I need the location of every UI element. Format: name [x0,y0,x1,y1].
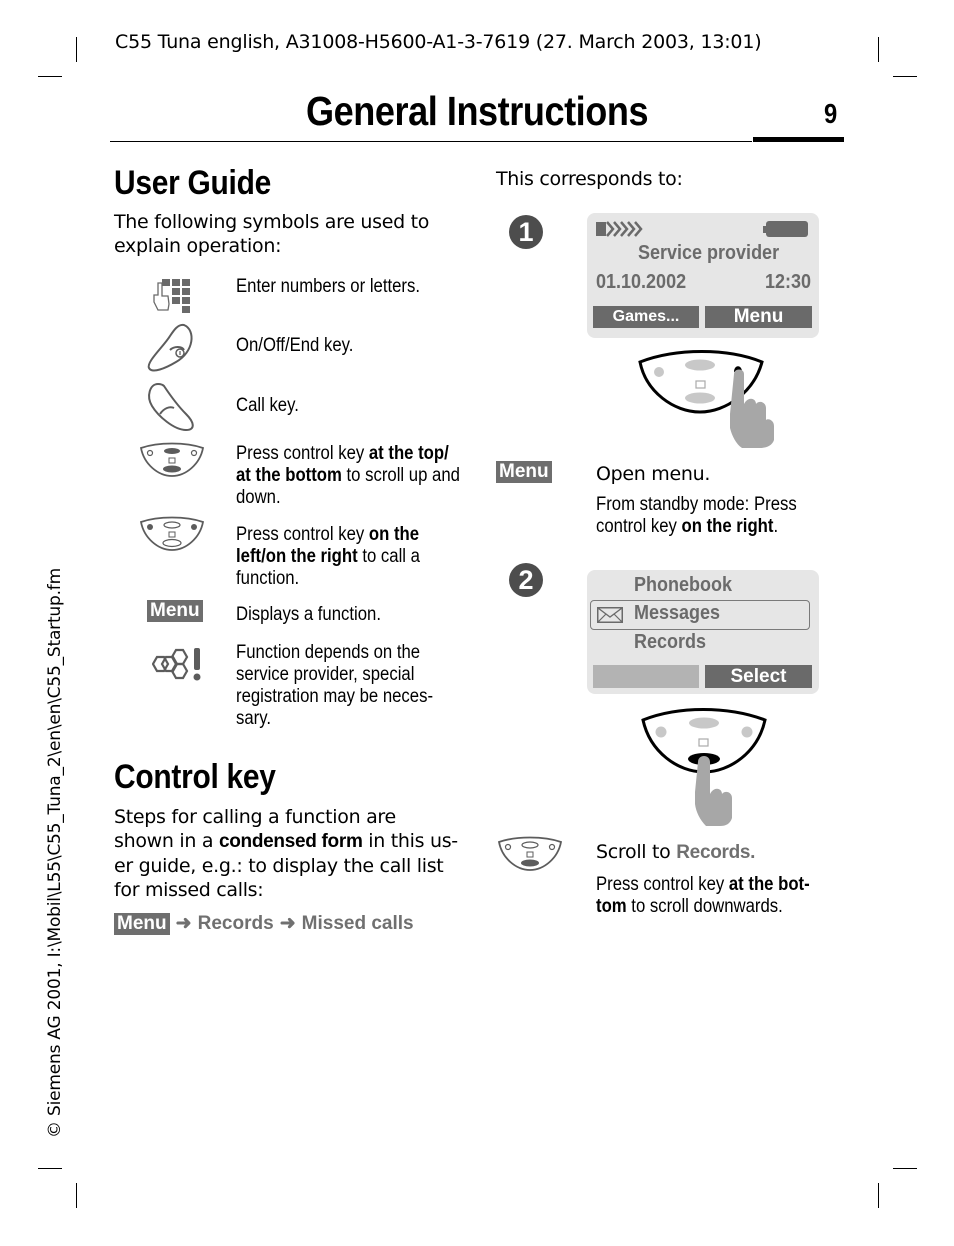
step1-action-desc: From standby mode: Press control key on … [596,494,797,537]
crop-mark [38,76,62,77]
control-key-press-bottom-illustration [640,708,770,834]
service-provider-label: Service provider [638,242,780,264]
crop-mark [76,37,77,62]
menu-action-tag: Menu [496,461,552,483]
step-badge-2: 2 [509,563,543,597]
softkey-right-select[interactable]: Select [705,665,812,688]
step-badge-1: 1 [509,215,543,249]
control-key-up-down-icon [138,442,206,484]
menu-path: Menu ➜ Records ➜ Missed calls [114,912,414,935]
softkey-left-games[interactable]: Games... [593,306,699,328]
menu-item-phonebook[interactable]: Phonebook [634,574,732,597]
crop-mark [38,1168,62,1169]
menu-item-records[interactable]: Records [634,631,706,654]
control-key-down-icon [496,836,564,878]
document-info-line: C55 Tuna english, A31008-H5600-A1-3-7619… [115,31,762,53]
softkey-right-menu[interactable]: Menu [705,306,812,328]
end-key-icon [146,322,198,378]
crop-mark [893,1168,917,1169]
user-guide-heading: User Guide [114,164,271,202]
menu-path-step: Records [197,913,274,934]
provider-dependent-icon [151,645,204,689]
symbol-desc: Function depends on the service provider… [236,642,434,729]
user-guide-intro: The following symbols are used to explai… [114,211,430,257]
softkey-left-empty[interactable] [593,665,699,688]
keypad-icon [152,278,192,318]
date-label: 01.10.2002 [596,271,687,293]
crop-mark [893,76,917,77]
arrow-icon: ➜ [175,913,192,934]
envelope-icon [597,607,623,627]
symbol-desc: Enter numbers or letters. [236,276,421,297]
phone-screen-standby: Service provider 01.10.2002 12:30 Games.… [587,213,819,338]
menu-path-step: Missed calls [301,913,414,934]
crop-mark [878,1183,879,1208]
step1-action-title: Open menu. [596,463,711,485]
crop-mark [76,1183,77,1208]
step2-action-desc: Press control key at the bot-tom to scro… [596,874,810,917]
menu-softkey-icon: Menu [147,600,203,622]
control-key-heading: Control key [114,758,276,796]
page-number: 9 [824,98,838,129]
side-file-path: © Siemens AG 2001, I:\Mobil\L55\C55_Tuna… [45,568,65,1138]
time-label: 12:30 [765,271,812,293]
symbol-desc: Displays a function. [236,604,381,625]
call-key-icon [146,382,198,438]
menu-item-messages: Messages [634,602,721,624]
page-title: General Instructions [306,88,649,134]
battery-icon [763,220,809,242]
corresponds-intro: This corresponds to: [496,168,683,190]
phone-screen-menu: Phonebook Messages Records Select [587,570,819,694]
title-rule [110,141,752,142]
control-key-paragraph: Steps for calling a function are shown i… [114,806,458,901]
crop-mark [878,37,879,62]
menu-item-selected-highlight[interactable]: Messages [590,600,810,630]
arrow-icon: ➜ [279,913,296,934]
menu-path-menu: Menu [114,913,170,935]
symbol-desc: On/Off/End key. [236,335,354,356]
signal-strength-icon [596,220,644,242]
control-key-press-right-illustration [636,350,776,454]
symbol-desc: Press control key at the top/ at the bot… [236,443,460,508]
symbol-desc: Press control key on the left/on the rig… [236,524,420,589]
step2-action-title: Scroll to Records. [596,841,756,863]
control-key-left-right-icon [138,516,206,558]
page-number-bar [753,137,844,142]
symbol-desc: Call key. [236,395,299,416]
